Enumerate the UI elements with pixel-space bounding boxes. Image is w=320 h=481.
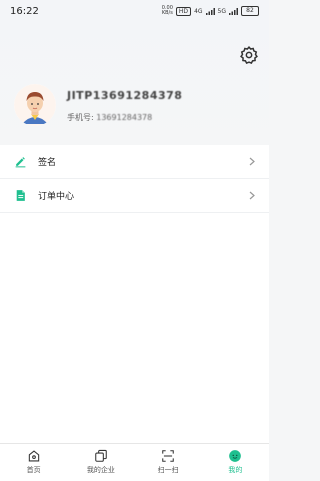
network-5g: 5G: [217, 7, 226, 15]
signal-icon: [205, 7, 215, 15]
menu-item-order-center[interactable]: 订单中心: [0, 179, 269, 213]
signal-icon-2: [229, 7, 238, 15]
phone-label: 手机号:: [67, 113, 94, 122]
home-icon: [27, 449, 41, 463]
hd-badge: HD: [175, 6, 192, 16]
status-bar: 16:22 0.00 KB/s HD 4G 5G 82: [0, 0, 269, 22]
username: JITP13691284378: [67, 89, 183, 102]
tab-home[interactable]: 首页: [0, 444, 67, 481]
tab-scan[interactable]: 扫一扫: [135, 444, 202, 481]
settings-gear-icon[interactable]: [239, 45, 259, 65]
pen-icon: [14, 155, 27, 168]
tab-label: 我的: [228, 466, 243, 474]
bottom-tab-bar: 首页 我的企业 扫一扫 我的: [0, 443, 269, 481]
network-4g: 4G: [194, 7, 203, 15]
status-time: 16:22: [10, 5, 39, 17]
profile-header: [0, 22, 269, 144]
menu-item-label: 签名: [38, 158, 57, 168]
phone-value: 13691284378: [96, 113, 153, 122]
network-speed: 0.00 KB/s: [161, 5, 173, 16]
profile-icon: [228, 449, 242, 463]
battery-icon: 82: [241, 6, 259, 16]
copy-icon: [94, 449, 108, 463]
menu-list: 签名 订单中心: [0, 145, 269, 443]
tab-label: 我的企业: [86, 466, 115, 474]
avatar[interactable]: [14, 84, 56, 126]
menu-item-label: 订单中心: [38, 192, 75, 202]
tab-my-enterprise[interactable]: 我的企业: [67, 444, 134, 481]
tab-label: 首页: [26, 466, 41, 474]
phone-number: 手机号: 13691284378: [67, 112, 152, 123]
status-icons: 0.00 KB/s HD 4G 5G 82: [162, 6, 259, 16]
document-icon: [14, 189, 27, 202]
menu-item-signature[interactable]: 签名: [0, 145, 269, 179]
chevron-right-icon: [249, 191, 255, 203]
scan-icon: [161, 449, 175, 463]
tab-label: 扫一扫: [157, 466, 179, 474]
chevron-right-icon: [249, 157, 255, 169]
tab-mine[interactable]: 我的: [202, 444, 269, 481]
